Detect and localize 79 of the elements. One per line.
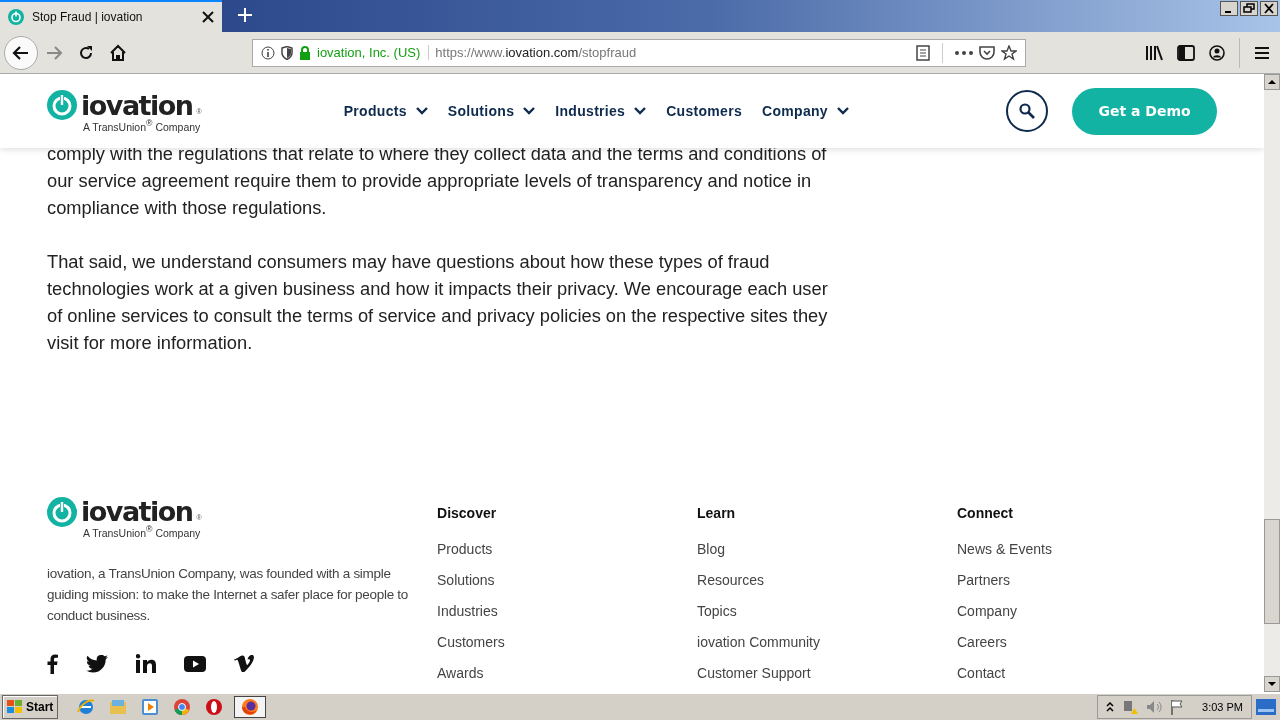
nav-link[interactable]: Products — [343, 103, 428, 119]
close-tab-icon[interactable] — [202, 11, 214, 23]
search-icon — [1019, 103, 1035, 119]
info-icon[interactable] — [261, 45, 275, 60]
linkedin-icon[interactable] — [136, 654, 156, 673]
minimize-button[interactable] — [1220, 1, 1238, 16]
internet-explorer-icon[interactable] — [77, 698, 96, 716]
footer-link[interactable]: Partners — [957, 572, 1217, 588]
more-icon[interactable] — [955, 50, 973, 55]
footer-link[interactable]: Awards — [437, 665, 697, 681]
back-button[interactable] — [4, 35, 38, 70]
footer-link[interactable]: Topics — [697, 603, 957, 619]
lock-icon[interactable] — [299, 45, 311, 60]
back-icon[interactable] — [12, 43, 30, 62]
restore-button[interactable] — [1240, 1, 1258, 16]
menu-icon[interactable] — [1254, 45, 1270, 60]
footer-link[interactable]: Blog — [697, 541, 957, 557]
network-warning-icon[interactable] — [1122, 699, 1139, 715]
library-icon[interactable] — [1145, 44, 1163, 61]
chevron-icon — [523, 107, 536, 115]
firefox-icon[interactable] — [241, 698, 260, 716]
browser-tab[interactable]: Stop Fraud | iovation — [0, 0, 222, 32]
nav-link[interactable]: Industries — [555, 103, 647, 119]
footer-link[interactable]: Solutions — [437, 572, 697, 588]
footer-link[interactable]: Industries — [437, 603, 697, 619]
star-icon[interactable] — [1001, 44, 1017, 61]
sidebar-icon[interactable] — [1177, 44, 1195, 61]
scrollbar-thumb[interactable] — [1264, 519, 1280, 624]
tray-expand-icon[interactable] — [1106, 702, 1115, 712]
home-icon[interactable] — [109, 43, 127, 62]
clock[interactable]: 3:03 PM — [1202, 701, 1243, 713]
media-player-icon[interactable] — [141, 698, 160, 716]
footer-heading: Discover — [437, 504, 498, 521]
footer-link[interactable]: News & Events — [957, 541, 1217, 557]
close-button[interactable] — [1260, 1, 1278, 16]
footer-link[interactable]: iovation Community — [697, 634, 957, 650]
chevron-icon — [836, 107, 849, 115]
chrome-icon[interactable] — [173, 698, 192, 716]
footer-link[interactable]: Careers — [957, 634, 1217, 650]
search-button[interactable] — [1006, 90, 1048, 132]
show-desktop-icon[interactable] — [1256, 699, 1276, 715]
footer-link[interactable]: Contact — [957, 665, 1217, 681]
nav-link[interactable]: Customers — [666, 103, 743, 119]
power-icon — [47, 90, 77, 121]
scroll-up-button[interactable] — [1264, 74, 1280, 90]
site-identity[interactable]: iovation, Inc. (US) — [317, 45, 430, 60]
vimeo-icon[interactable] — [234, 655, 254, 672]
chevron-icon — [634, 107, 647, 115]
nav-link[interactable]: Company — [762, 103, 849, 119]
footer-link[interactable]: Resources — [697, 572, 957, 588]
power-icon — [47, 496, 77, 527]
chevron-icon — [415, 107, 428, 115]
pocket-icon[interactable] — [979, 45, 995, 60]
body-paragraph: That said, we understand consumers may have questions about how these types of fraud technologies work at a given business and how it impacts their privacy. We encourage each user of online services to consult the terms of service and privacy policies on the respective sites they visit for more information. — [47, 250, 829, 355]
footer-heading: Learn — [697, 504, 737, 521]
footer-heading: Connect — [957, 504, 1014, 521]
footer-link[interactable]: Company — [957, 603, 1217, 619]
footer-link[interactable]: Customer Support — [697, 665, 957, 681]
opera-icon[interactable] — [205, 698, 224, 716]
power-icon — [8, 9, 24, 25]
forward-icon[interactable] — [45, 43, 63, 62]
company-description: iovation, a TransUnion Company, was founded with a simple guiding mission: to make the Internet a safer place for people to conduct business. — [47, 564, 409, 625]
twitter-icon[interactable] — [86, 654, 108, 673]
reader-icon[interactable] — [916, 44, 930, 61]
address-bar[interactable]: iovation, Inc. (US) https://www.iovation.com/stopfraud — [252, 38, 1026, 67]
youtube-icon[interactable] — [184, 655, 206, 672]
start-button[interactable]: Start — [2, 695, 59, 719]
account-icon[interactable] — [1209, 44, 1225, 61]
footer-link[interactable]: Customers — [437, 634, 697, 650]
flag-icon[interactable] — [1170, 699, 1185, 715]
url-text[interactable]: https://www.iovation.com/stopfraud — [435, 45, 910, 60]
scroll-down-button[interactable] — [1264, 676, 1280, 692]
footer-link[interactable]: Products — [437, 541, 697, 557]
body-paragraph: comply with the regulations that relate to where they collect data and the terms and conditions of our service agreement require them to provide appropriate levels of transparency and notice in compliance with those regulations. — [47, 142, 828, 220]
nav-link[interactable]: Solutions — [447, 103, 536, 119]
reload-icon[interactable] — [78, 44, 94, 61]
facebook-icon[interactable] — [47, 653, 58, 674]
windows-logo-icon — [7, 700, 23, 714]
shield-icon[interactable] — [281, 45, 293, 60]
